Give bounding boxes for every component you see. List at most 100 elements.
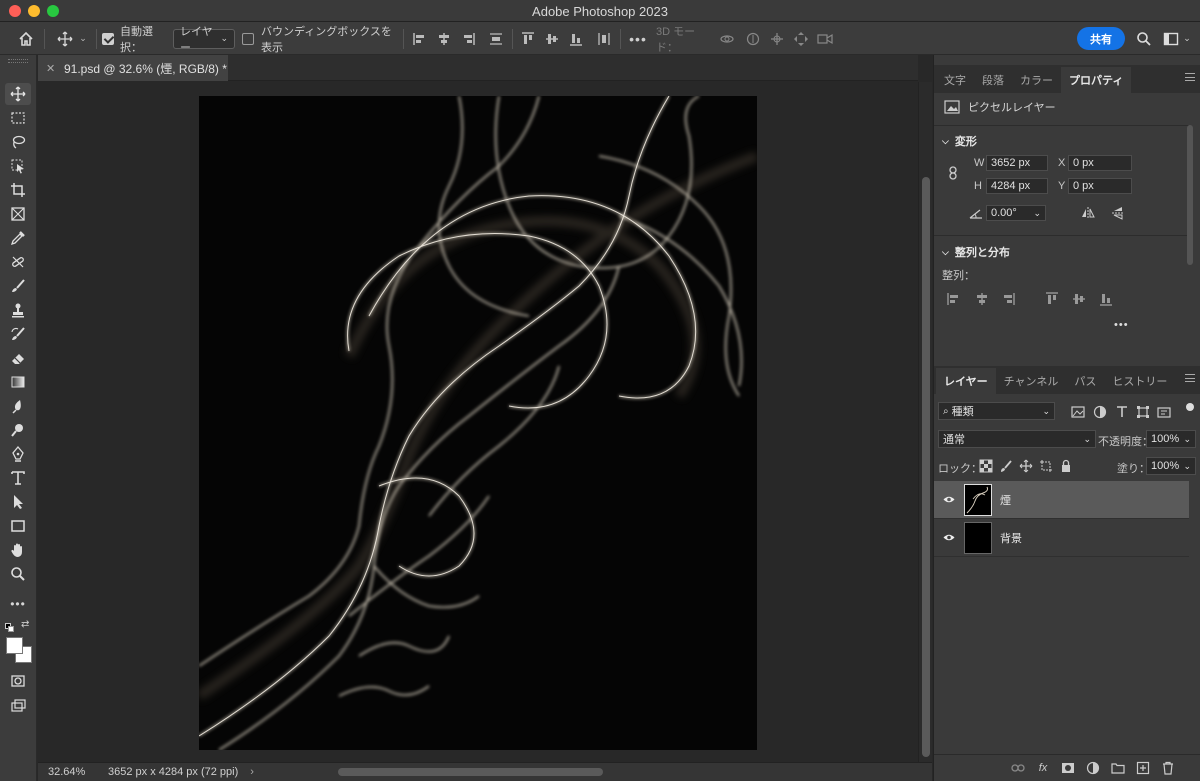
eye-icon[interactable] — [934, 533, 964, 542]
blend-mode-dropdown[interactable]: 通常 ⌄ — [938, 430, 1096, 448]
fill-field[interactable]: 100% ⌄ — [1146, 457, 1196, 475]
tab-properties[interactable]: プロパティ — [1061, 67, 1132, 93]
distribute-horizontal-button[interactable] — [594, 22, 614, 55]
default-colors-icon[interactable] — [5, 623, 14, 632]
filter-shape-button[interactable] — [1135, 404, 1151, 420]
frame-tool[interactable] — [5, 203, 31, 225]
show-bbox-checkbox[interactable] — [242, 22, 254, 55]
x-field[interactable]: 0 px — [1068, 155, 1132, 171]
add-mask-button[interactable] — [1060, 760, 1076, 776]
properties-scrollbar-thumb[interactable] — [1187, 125, 1193, 265]
path-selection-tool[interactable] — [5, 491, 31, 513]
chevron-right-icon[interactable]: › — [250, 766, 254, 778]
edit-toolbar-button[interactable]: ••• — [5, 593, 31, 615]
tab-history[interactable]: ヒストリー — [1104, 368, 1175, 394]
align-top-button[interactable] — [1044, 291, 1060, 307]
foreground-color-swatch[interactable] — [6, 637, 23, 654]
align-vertical-centers-button[interactable] — [542, 22, 562, 55]
object-selection-tool[interactable] — [5, 155, 31, 177]
new-layer-button[interactable] — [1135, 760, 1151, 776]
distribute-vertical-button[interactable] — [486, 22, 506, 55]
lock-all-button[interactable] — [1058, 458, 1074, 474]
move-tool[interactable] — [5, 83, 31, 105]
3d-orbit-button[interactable] — [716, 22, 738, 55]
align-bottom-edges-button[interactable] — [566, 22, 586, 55]
panel-menu-icon[interactable] — [1185, 73, 1195, 81]
swap-colors-icon[interactable]: ⇄ — [21, 619, 29, 630]
layer-style-button[interactable]: fx — [1035, 760, 1051, 776]
filter-pixel-button[interactable] — [1070, 404, 1086, 420]
workspace-button[interactable]: ⌄ — [1160, 22, 1194, 55]
share-button[interactable]: 共有 — [1077, 27, 1125, 50]
link-dimensions-button[interactable] — [946, 165, 962, 181]
3d-roll-button[interactable] — [742, 22, 764, 55]
3d-camera-button[interactable] — [814, 22, 836, 55]
document-canvas[interactable] — [196, 95, 759, 751]
tab-color[interactable]: カラー — [1012, 67, 1061, 93]
document-tab[interactable]: ✕ 91.psd @ 32.6% (煙, RGB/8) * — [38, 55, 228, 81]
canvas-area[interactable] — [38, 82, 918, 762]
type-tool[interactable] — [5, 467, 31, 489]
lock-pixels-button[interactable] — [998, 458, 1014, 474]
opacity-field[interactable]: 100% ⌄ — [1146, 430, 1196, 448]
screen-mode-button[interactable] — [5, 695, 31, 717]
new-adjustment-button[interactable] — [1085, 760, 1101, 776]
vertical-scrollbar[interactable] — [918, 82, 932, 762]
align-more-button[interactable]: ••• — [1114, 319, 1129, 331]
zoom-level[interactable]: 32.64% — [38, 766, 98, 778]
align-vcenter-button[interactable] — [1071, 291, 1087, 307]
delete-layer-button[interactable] — [1160, 760, 1176, 776]
close-tab-icon[interactable]: ✕ — [46, 62, 56, 75]
brush-tool[interactable] — [5, 275, 31, 297]
pen-tool[interactable] — [5, 443, 31, 465]
rectangle-tool[interactable] — [5, 515, 31, 537]
flip-vertical-button[interactable] — [1110, 205, 1126, 221]
move-tool-preset-button[interactable]: ⌄ — [54, 22, 90, 55]
history-brush-tool[interactable] — [5, 323, 31, 345]
auto-select-target-dropdown[interactable]: レイヤー ⌄ — [173, 22, 235, 55]
align-left-button[interactable] — [946, 291, 962, 307]
width-field[interactable]: 3652 px — [986, 155, 1048, 171]
lock-position-button[interactable] — [1018, 458, 1034, 474]
horizontal-scrollbar-thumb[interactable] — [338, 768, 603, 776]
marquee-tool[interactable] — [5, 107, 31, 129]
dodge-tool[interactable] — [5, 419, 31, 441]
3d-pan-button[interactable] — [766, 22, 788, 55]
angle-field[interactable]: 0.00° ⌄ — [986, 205, 1046, 221]
tab-layers[interactable]: レイヤー — [936, 368, 996, 394]
home-button[interactable] — [14, 22, 38, 55]
new-group-button[interactable] — [1110, 760, 1126, 776]
clone-stamp-tool[interactable] — [5, 299, 31, 321]
y-field[interactable]: 0 px — [1068, 178, 1132, 194]
height-field[interactable]: 4284 px — [986, 178, 1048, 194]
eraser-tool[interactable] — [5, 347, 31, 369]
align-section-header[interactable]: ⌵ 整列と分布 — [942, 244, 1010, 260]
filter-type-button[interactable] — [1114, 404, 1130, 420]
align-horizontal-centers-button[interactable] — [434, 22, 454, 55]
zoom-tool[interactable] — [5, 563, 31, 585]
align-right-button[interactable] — [1000, 291, 1016, 307]
layer-row[interactable]: 背景 — [934, 519, 1189, 557]
flip-horizontal-button[interactable] — [1080, 205, 1096, 221]
search-button[interactable] — [1134, 22, 1154, 55]
align-hcenter-button[interactable] — [974, 291, 990, 307]
panel-menu-icon[interactable] — [1185, 374, 1195, 382]
quick-mask-button[interactable] — [5, 670, 31, 692]
layer-filter-dropdown[interactable]: ⌕ 種類 ⌄ — [938, 402, 1055, 420]
align-bottom-button[interactable] — [1098, 291, 1114, 307]
lock-transparent-button[interactable] — [978, 458, 994, 474]
link-layers-button[interactable] — [1010, 760, 1026, 776]
more-options-button[interactable]: ••• — [626, 22, 650, 55]
transform-section-header[interactable]: ⌵ 変形 — [942, 133, 977, 149]
tab-type[interactable]: 文字 — [936, 67, 974, 93]
auto-select-checkbox[interactable] — [102, 22, 114, 55]
lock-artboard-button[interactable] — [1038, 458, 1054, 474]
filter-adjustment-button[interactable] — [1092, 404, 1108, 420]
3d-slide-button[interactable] — [790, 22, 812, 55]
align-left-edges-button[interactable] — [410, 22, 430, 55]
blur-tool[interactable] — [5, 395, 31, 417]
eyedropper-tool[interactable] — [5, 227, 31, 249]
align-top-edges-button[interactable] — [518, 22, 538, 55]
vertical-scrollbar-thumb[interactable] — [922, 177, 930, 757]
layer-row[interactable]: 煙 — [934, 481, 1189, 519]
